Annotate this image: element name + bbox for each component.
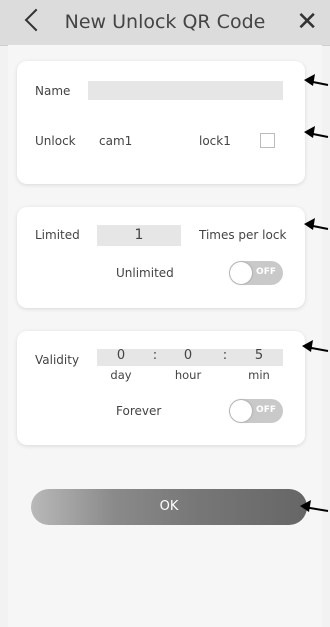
lock-label: lock1 (199, 134, 231, 148)
name-label: Name (35, 84, 71, 98)
camera-label: cam1 (99, 134, 133, 148)
validity-label: Validity (35, 353, 80, 367)
close-icon[interactable]: ✕ (296, 7, 318, 37)
day-hour-separator: : (152, 348, 158, 363)
name-unlock-card: Name Unlock cam1 lock1 (17, 61, 305, 184)
hour-value: 0 (183, 348, 193, 363)
page-title: New Unlock QR Code (64, 11, 266, 33)
toggle-state: OFF (256, 267, 276, 277)
min-label: min (248, 368, 270, 382)
forever-toggle[interactable]: OFF (229, 399, 283, 423)
annotation-arrow-icon (300, 500, 329, 512)
hour-min-separator: : (222, 348, 228, 363)
validity-card: Validity 0 : 0 : 5 day hour min Forever … (17, 331, 305, 445)
day-value: 0 (116, 348, 126, 363)
annotation-arrow-icon (304, 218, 329, 230)
unlimited-toggle[interactable]: OFF (229, 261, 283, 285)
toggle-knob (230, 262, 252, 284)
toggle-knob (230, 400, 252, 422)
ok-label: OK (159, 499, 179, 514)
limited-count-value: 1 (134, 227, 144, 243)
lock-checkbox[interactable] (260, 133, 275, 148)
limited-count-input[interactable]: 1 (97, 225, 181, 246)
day-label: day (110, 368, 132, 382)
forever-label: Forever (116, 404, 162, 418)
times-per-lock-label: Times per lock (199, 228, 287, 242)
toggle-state: OFF (256, 405, 276, 415)
hour-label: hour (174, 368, 202, 382)
annotation-arrow-icon (304, 74, 329, 86)
annotation-arrow-icon (304, 126, 329, 138)
unlimited-label: Unlimited (116, 266, 174, 280)
ok-button[interactable]: OK (31, 489, 307, 525)
limit-card: Limited 1 Times per lock Unlimited OFF (17, 207, 305, 308)
min-value: 5 (254, 348, 264, 363)
title-bar: New Unlock QR Code ✕ (0, 0, 330, 46)
limited-label: Limited (35, 228, 80, 242)
unlock-label: Unlock (35, 134, 76, 148)
annotation-arrow-icon (302, 340, 329, 352)
name-input[interactable] (88, 81, 283, 100)
